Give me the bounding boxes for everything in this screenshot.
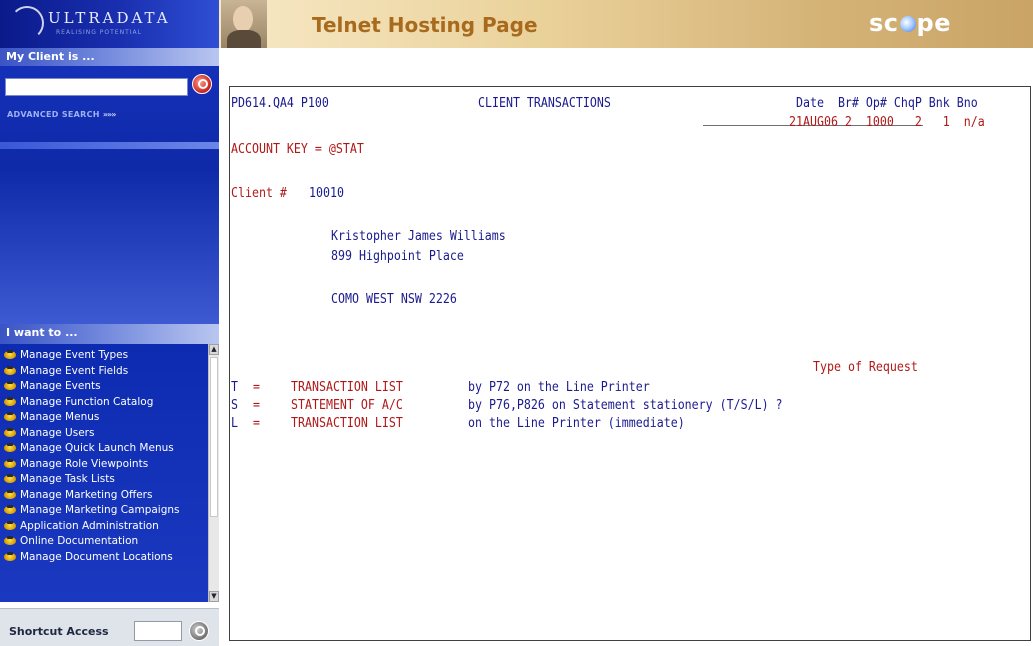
client-search-input[interactable]: [5, 78, 188, 96]
option-equals: =: [253, 379, 261, 395]
header-values: 21AUG06 2 1000 2 1 n/a: [789, 114, 985, 130]
menu-item[interactable]: Manage Role Viewpoints: [0, 458, 208, 474]
menu-bullet-icon: [4, 396, 18, 407]
logo-swirl-icon: [10, 6, 44, 40]
menu-bullet-icon: [4, 474, 18, 484]
menu-item-label: Manage Event Fields: [20, 364, 129, 377]
client-section-title: My Client is ...: [0, 48, 219, 66]
logo-tagline: REALISING POTENTIAL: [56, 29, 142, 36]
ultradata-logo: ULTRADATA REALISING POTENTIAL: [0, 0, 219, 48]
menu-item-label: Manage Marketing Campaigns: [20, 504, 180, 516]
sidebar: ULTRADATA REALISING POTENTIAL My Client …: [0, 0, 219, 646]
client-name: Kristopher James Williams: [331, 228, 506, 244]
menu-item-label: Manage Event Types: [20, 349, 129, 361]
menu-item[interactable]: Manage Marketing Offers: [0, 489, 208, 505]
menu-item[interactable]: Online Documentation: [0, 535, 208, 551]
scope-logo-right: pe: [916, 9, 951, 37]
option-name: TRANSACTION LIST: [291, 415, 403, 431]
menu-item-label: Online Documentation: [20, 535, 139, 547]
menu-bullet-icon: [4, 427, 18, 438]
menu-item-label: Manage Events: [20, 380, 101, 392]
menu-item[interactable]: Manage Marketing Campaigns: [0, 504, 208, 520]
menu-item-label: Manage Document Locations: [20, 550, 173, 563]
logo-text: ULTRADATA: [48, 9, 171, 27]
menu-item[interactable]: Manage Document Locations: [0, 551, 208, 567]
menu-item[interactable]: Manage Quick Launch Menus: [0, 442, 208, 458]
screen-title: CLIENT TRANSACTIONS: [478, 95, 611, 111]
menu-bullet-icon: [4, 536, 18, 546]
option-equals: =: [253, 415, 261, 431]
shortcut-access-panel: Shortcut Access: [0, 608, 219, 646]
task-menu-list: Manage Event Types Manage Event Fields Man…: [0, 344, 208, 602]
menu-bullet-icon: [4, 489, 18, 500]
page-title: Telnet Hosting Page: [312, 13, 538, 37]
advanced-search-label: ADVANCED SEARCH: [7, 110, 100, 119]
scope-logo: sc pe: [869, 9, 951, 37]
menu-item[interactable]: Manage Task Lists: [0, 473, 208, 489]
menu-bullet-icon: [4, 505, 18, 515]
menu-bullet-icon: [4, 381, 18, 391]
option-key: S: [231, 397, 239, 413]
menu-item[interactable]: Manage Events: [0, 380, 208, 396]
scroll-up-icon[interactable]: ▲: [209, 344, 219, 355]
menu-item[interactable]: Manage Event Fields: [0, 365, 208, 381]
telnet-terminal[interactable]: PD614.QA4 P100 CLIENT TRANSACTIONS Date …: [229, 86, 1031, 641]
option-equals: =: [253, 397, 261, 413]
menu-bullet-icon: [4, 350, 18, 360]
menu-item-label: Manage Task Lists: [20, 473, 115, 485]
menu-item-label: Manage Menus: [20, 411, 100, 423]
divider: [0, 142, 219, 149]
scope-globe-icon: [899, 16, 916, 32]
menu-item[interactable]: Manage Users: [0, 427, 208, 443]
scope-logo-left: sc: [869, 9, 899, 37]
shortcut-access-label: Shortcut Access: [9, 625, 109, 638]
want-section-title: I want to ...: [0, 324, 219, 344]
client-search-panel: [0, 66, 219, 324]
menu-item-label: Manage Marketing Offers: [20, 488, 153, 501]
menu-scrollbar[interactable]: ▲ ▼: [208, 344, 219, 602]
menu-item-label: Manage Role Viewpoints: [20, 457, 149, 470]
header-labels: Date Br# Op# ChqP Bnk Bno: [796, 95, 978, 111]
menu-item-label: Manage Users: [20, 426, 95, 439]
menu-item[interactable]: Manage Function Catalog: [0, 396, 208, 412]
request-heading: Type of Request: [813, 359, 918, 375]
menu-bullet-icon: [4, 551, 18, 562]
program-id: PD614.QA4 P100: [231, 95, 329, 111]
menu-item[interactable]: Manage Event Types: [0, 349, 208, 365]
menu-bullet-icon: [4, 520, 18, 531]
advanced-search-link[interactable]: ADVANCED SEARCH »»»: [7, 110, 116, 119]
menu-bullet-icon: [4, 412, 18, 422]
page-header: Telnet Hosting Page sc pe: [219, 0, 1033, 48]
menu-item-label: Manage Function Catalog: [20, 395, 154, 408]
option-description: by P76,P826 on Statement stationery (T/S…: [468, 397, 783, 413]
scroll-down-icon[interactable]: ▼: [209, 591, 219, 602]
person-photo-icon: [221, 0, 267, 48]
address-line-2: COMO WEST NSW 2226: [331, 291, 457, 307]
option-key: T: [231, 379, 239, 395]
menu-bullet-icon: [4, 458, 18, 469]
menu-item[interactable]: Manage Menus: [0, 411, 208, 427]
option-name: STATEMENT OF A/C: [291, 397, 403, 413]
scroll-thumb[interactable]: [210, 357, 218, 517]
menu-bullet-icon: [4, 443, 18, 453]
option-description: by P72 on the Line Printer: [468, 379, 650, 395]
account-key-line: ACCOUNT KEY = @STAT: [231, 141, 364, 157]
option-name: TRANSACTION LIST: [291, 379, 403, 395]
menu-item[interactable]: Application Administration: [0, 520, 208, 536]
option-description: on the Line Printer (immediate): [468, 415, 685, 431]
menu-item-label: Manage Quick Launch Menus: [20, 442, 174, 454]
menu-item-label: Application Administration: [20, 519, 159, 532]
shortcut-go-icon[interactable]: [189, 621, 209, 641]
address-line-1: 899 Highpoint Place: [331, 248, 464, 264]
search-go-icon[interactable]: [192, 74, 212, 94]
double-chevron-right-icon: »»»: [102, 110, 116, 119]
menu-bullet-icon: [4, 365, 18, 376]
client-number: 10010: [309, 185, 344, 201]
option-key: L: [231, 415, 239, 431]
shortcut-access-input[interactable]: [134, 621, 182, 641]
client-label: Client #: [231, 185, 287, 201]
